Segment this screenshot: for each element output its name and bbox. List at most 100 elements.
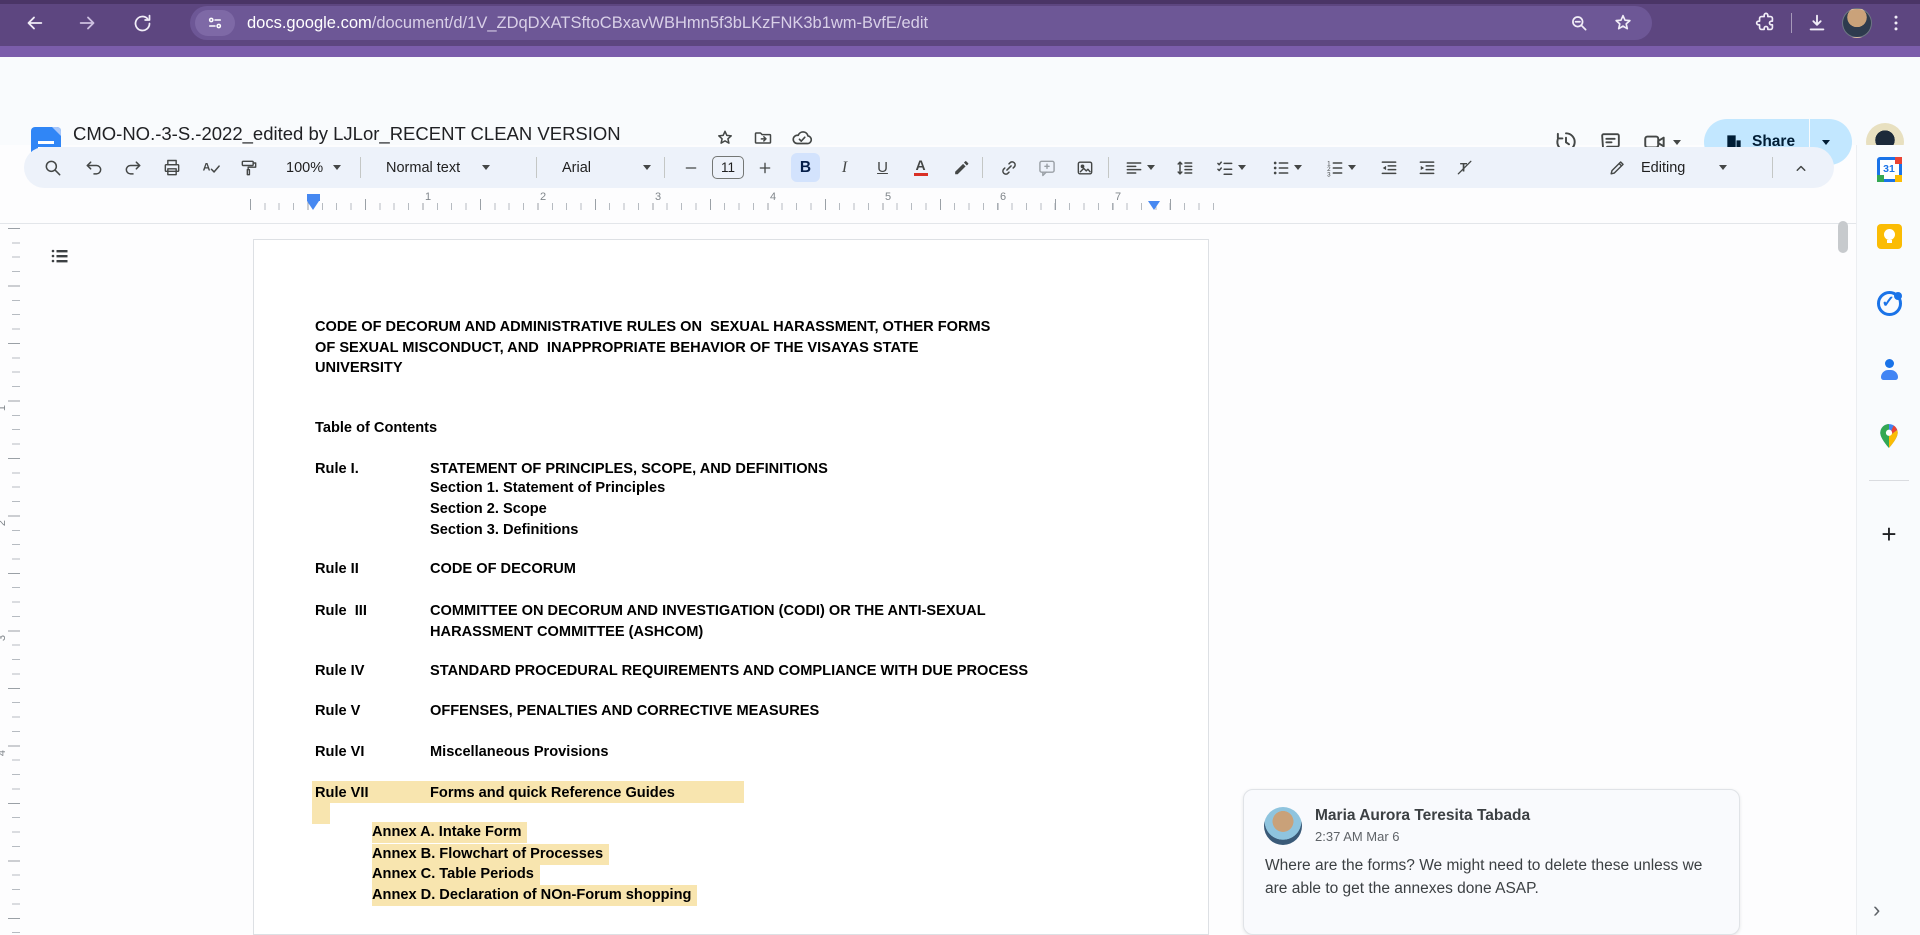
browser-reload-button[interactable] <box>126 7 158 39</box>
paint-format-button[interactable] <box>234 153 263 182</box>
annex-line: Annex D. Declaration of NOn-Forum shoppi… <box>372 885 697 906</box>
comment-card[interactable]: Maria Aurora Teresita Tabada 2:37 AM Mar… <box>1243 789 1740 935</box>
bold-button[interactable]: B <box>791 153 820 182</box>
align-left-icon <box>1124 158 1144 178</box>
screen: docs.google.com/document/d/1V_ZDqDXATSft… <box>0 0 1920 935</box>
first-line-indent-marker[interactable] <box>307 194 320 201</box>
align-button[interactable] <box>1120 153 1158 182</box>
right-indent-marker[interactable] <box>1148 201 1160 210</box>
outdent-icon <box>1379 158 1399 178</box>
extensions-icon[interactable] <box>1755 12 1777 34</box>
toolbar-separator <box>360 157 361 178</box>
increase-font-size-button[interactable] <box>750 153 779 182</box>
ruler-number: 5 <box>882 191 894 203</box>
toc-rule-text: STANDARD PROCEDURAL REQUIREMENTS AND COM… <box>430 661 1028 682</box>
decrease-font-size-button[interactable] <box>676 153 705 182</box>
ruler-number: 1 <box>422 191 434 203</box>
site-info-button[interactable] <box>195 10 235 36</box>
spellcheck-button[interactable]: A <box>196 153 225 182</box>
comment-highlight[interactable] <box>312 803 330 824</box>
reload-icon <box>132 13 153 34</box>
line-spacing-button[interactable] <box>1170 153 1199 182</box>
downloads-icon[interactable] <box>1806 12 1828 34</box>
underline-button[interactable]: U <box>868 153 897 182</box>
show-document-outline-button[interactable] <box>44 241 76 273</box>
ruler-number: 4 <box>767 191 779 203</box>
left-indent-marker[interactable] <box>307 201 319 210</box>
paragraph-style-select[interactable]: Normal text <box>386 153 490 182</box>
insert-link-button[interactable] <box>994 153 1023 182</box>
cloud-saved-icon[interactable] <box>791 127 813 149</box>
toc-section: Section 2. Scope <box>430 499 547 520</box>
toc-rule-text: Miscellaneous Provisions <box>430 742 608 763</box>
bullets-caret-icon <box>1294 165 1302 170</box>
undo-button[interactable] <box>79 153 108 182</box>
browser-back-button[interactable] <box>18 7 50 39</box>
calendar-button[interactable]: 31 <box>1875 155 1903 183</box>
comment-timestamp: 2:37 AM Mar 6 <box>1315 829 1400 844</box>
increase-indent-button[interactable] <box>1412 153 1441 182</box>
mode-select[interactable]: Editing <box>1608 153 1727 182</box>
add-comment-button[interactable] <box>1032 153 1061 182</box>
contacts-icon <box>1877 357 1902 382</box>
maps-button[interactable] <box>1875 422 1903 450</box>
print-button[interactable] <box>157 153 186 182</box>
link-icon <box>999 158 1019 178</box>
browser-menu-icon[interactable] <box>1886 13 1906 33</box>
keep-button[interactable] <box>1875 222 1903 250</box>
vruler-number: 3 <box>0 635 10 641</box>
commenter-avatar <box>1264 807 1302 845</box>
toc-rule-text: Forms and quick Reference Guides <box>430 783 675 804</box>
contacts-button[interactable] <box>1875 355 1903 383</box>
checklist-button[interactable] <box>1208 153 1252 182</box>
hide-menus-button[interactable] <box>1786 153 1815 182</box>
checklist-caret-icon <box>1238 165 1246 170</box>
insert-image-button[interactable] <box>1070 153 1099 182</box>
editing-pencil-icon <box>1608 158 1627 177</box>
clear-formatting-button[interactable]: T <box>1450 153 1479 182</box>
star-document-icon[interactable] <box>715 128 735 148</box>
checklist-icon <box>1215 158 1235 178</box>
back-arrow-icon <box>23 12 45 34</box>
svg-text:A: A <box>202 161 210 173</box>
redo-button[interactable] <box>118 153 147 182</box>
ruler-number: 6 <box>997 191 1009 203</box>
font-size-input[interactable]: 11 <box>712 156 744 179</box>
tasks-button[interactable]: ✓ <box>1875 289 1903 317</box>
toc-rule-text: HARASSMENT COMMITTEE (ASHCOM) <box>430 622 703 643</box>
text-color-button[interactable]: A <box>906 153 935 182</box>
bold-icon: B <box>800 159 811 177</box>
get-addons-button[interactable]: + <box>1875 520 1903 548</box>
calendar-icon: 31 <box>1877 157 1902 182</box>
toolbar-divider <box>1791 13 1792 33</box>
add-comment-icon <box>1037 158 1057 178</box>
tasks-icon: ✓ <box>1877 291 1902 316</box>
keep-icon <box>1877 224 1902 249</box>
italic-button[interactable]: I <box>830 153 859 182</box>
document-page[interactable]: CODE OF DECORUM AND ADMINISTRATIVE RULES… <box>253 239 1209 935</box>
toolbar-separator <box>1772 157 1773 178</box>
search-menus-button[interactable] <box>38 153 67 182</box>
browser-profile-avatar[interactable] <box>1842 8 1872 38</box>
browser-forward-button[interactable] <box>72 7 104 39</box>
font-select[interactable]: Arial <box>562 153 651 182</box>
document-title[interactable]: CMO-NO.-3-S.-2022_edited by LJLor_RECENT… <box>73 123 621 145</box>
move-folder-icon[interactable] <box>753 128 773 148</box>
bulleted-list-button[interactable] <box>1264 153 1308 182</box>
meet-caret-icon <box>1673 140 1681 145</box>
vruler-half-ticks <box>8 228 20 935</box>
hide-side-panel-button[interactable]: › <box>1873 897 1880 923</box>
share-caret-icon <box>1822 140 1830 145</box>
decrease-indent-button[interactable] <box>1374 153 1403 182</box>
highlight-color-button[interactable] <box>946 153 975 182</box>
url-bar[interactable]: docs.google.com/document/d/1V_ZDqDXATSft… <box>190 6 1652 40</box>
text-color-icon: A <box>914 159 928 177</box>
clear-formatting-icon: T <box>1455 158 1475 178</box>
toc-rule-label: Rule V <box>315 701 360 722</box>
zoom-select[interactable]: 100% <box>286 153 341 182</box>
vertical-scrollbar[interactable] <box>1838 221 1848 253</box>
zoom-icon[interactable] <box>1569 13 1590 34</box>
numbered-list-button[interactable]: 123 <box>1318 153 1362 182</box>
toc-rule-label: Rule II <box>315 559 359 580</box>
bookmark-star-icon[interactable] <box>1612 12 1634 34</box>
